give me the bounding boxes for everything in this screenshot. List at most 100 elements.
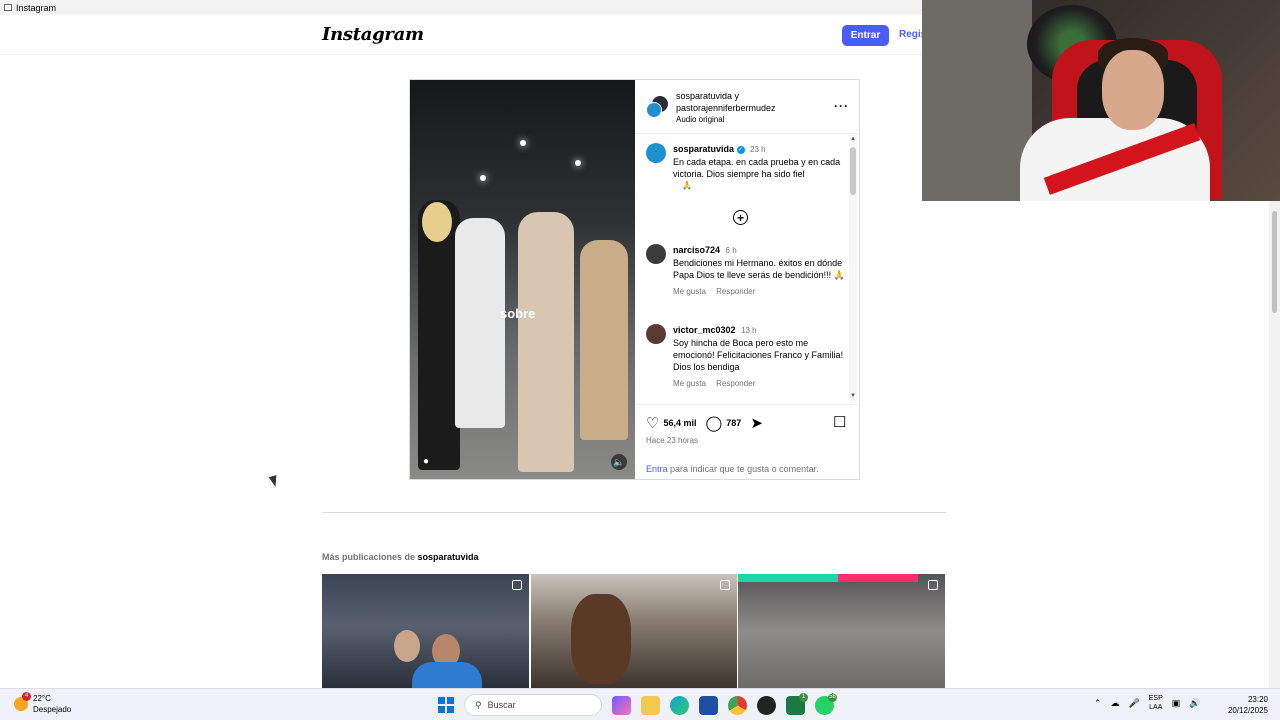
caption-text: En cada etapa. en cada prueba y en cada … [673,157,841,179]
author-link-2[interactable]: pastorajenniferbermudez [676,103,776,115]
comment-time: 23 h [750,145,766,154]
obs-icon[interactable] [757,695,776,715]
window-title: Instagram [16,2,57,13]
likes-count[interactable]: 56,4 mil [663,418,696,428]
signup-link[interactable]: Registrarte [899,29,923,40]
app-icon [4,4,12,11]
section-divider [322,512,946,513]
post-header: sosparatuvida y pastorajenniferbermudez … [635,80,859,134]
instagram-logo[interactable]: Instagram [322,24,424,45]
more-posts-prefix: Más publicaciones de [322,552,418,562]
taskbar-search[interactable]: ⚲ Buscar [464,694,602,716]
post-thumbnail[interactable] [738,574,945,688]
store-icon[interactable] [699,695,718,715]
clock[interactable]: 23:20 20/12/2025 [1222,694,1268,716]
audio-label[interactable]: Audio original [676,114,776,126]
comments-scrollbar-thumb[interactable] [850,147,856,195]
windows-taskbar: 4 22°C Despejado ⚲ Buscar 1 58 ⌃ ☁ 🎤 ESP… [0,688,1280,720]
comment-user[interactable]: narciso724 [673,245,720,255]
load-more-comments-icon[interactable]: + [733,210,748,225]
scroll-down-icon[interactable]: ▼ [850,393,856,399]
tagged-user-icon[interactable]: ● [423,456,429,467]
weather-sun-icon: 4 [14,692,31,711]
excel-icon[interactable]: 1 [786,692,808,715]
gallery-icon [720,580,730,590]
lang-top: ESP [1148,695,1163,702]
post-thumbnail[interactable] [531,574,737,688]
comment-item: narciso724 6 h Bendiciones mi Hermano. é… [646,244,846,298]
reply-button[interactable]: Responder [716,287,755,296]
weather-desc: Despejado [33,705,72,714]
whatsapp-badge: 58 [828,692,837,702]
more-posts-user[interactable]: sosparatuvida [418,552,479,562]
search-icon: ⚲ [475,699,482,710]
comment-user[interactable]: victor_mc0302 [673,325,736,335]
login-link[interactable]: Entra [646,464,668,474]
caption-item: sosparatuvida ✓ 23 h En cada etapa. en c… [646,143,846,192]
comment-text: Bendiciones mi Hermano. éxitos en dónde … [673,258,845,280]
comment-time: 13 h [741,326,757,335]
share-icon[interactable]: ➤ [750,414,763,432]
file-explorer-icon[interactable] [641,695,660,715]
author-avatars[interactable] [646,96,668,118]
mouse-cursor [268,475,280,488]
language-indicator[interactable]: ESP LAA [1149,694,1163,712]
heart-icon[interactable]: ♡ [646,414,659,432]
microphone-icon[interactable]: 🎤 [1129,698,1140,709]
avatar[interactable] [646,244,666,264]
login-button[interactable]: Entrar [842,25,889,46]
webcam-overlay [922,0,1280,201]
chevron-up-icon[interactable]: ⌃ [1094,698,1102,709]
post-card: sobre ● 🔈 sosparatuvida y pastorajennife… [409,79,860,480]
clock-time: 23:20 [1247,695,1268,704]
network-icon[interactable]: ▣ [1172,698,1181,709]
verified-icon: ✓ [736,145,745,154]
lang-bottom: LAA [1149,704,1163,711]
more-posts-title: Más publicaciones de sosparatuvida [322,552,479,562]
comments-panel[interactable]: sosparatuvida ✓ 23 h En cada etapa. en c… [635,135,859,403]
video-overlay-text: sobre [500,306,536,321]
like-comment-button[interactable]: Me gusta [673,379,706,388]
mute-icon[interactable]: 🔈 [611,454,627,470]
comments-count: 787 [726,418,742,428]
volume-icon[interactable]: 🔊 [1189,698,1200,709]
reel-icon [512,580,522,590]
comment-item: victor_mc0302 13 h Soy hincha de Boca pe… [646,324,846,390]
weather-temp: 22°C [33,694,51,703]
post-thumbnail[interactable] [322,574,529,688]
post-actions: ♡ 56,4 mil ◯ 787 ➤ ☐ Hace 23 horas Entra… [635,404,859,479]
edge-icon[interactable] [670,695,689,715]
reaction-icons: ♡ 🙏 [673,181,693,190]
like-comment-button[interactable]: Me gusta [673,287,706,296]
post-authors: sosparatuvida y pastorajenniferbermudez … [676,91,776,126]
post-video[interactable]: sobre ● 🔈 [410,80,635,479]
avatar[interactable] [646,143,666,163]
more-options-icon[interactable]: ··· [834,99,849,113]
page-scrollbar[interactable] [1269,201,1280,688]
start-icon[interactable] [438,697,454,713]
search-placeholder: Buscar [487,700,516,710]
excel-badge: 1 [799,692,808,702]
comment-user[interactable]: sosparatuvida [673,144,734,154]
reel-icon [928,580,938,590]
chrome-icon[interactable] [728,695,747,715]
login-prompt: Entra para indicar que te gusta o coment… [646,464,819,474]
post-timestamp: Hace 23 horas [646,436,699,445]
comment-time: 6 h [725,246,737,255]
page-scrollbar-thumb[interactable] [1272,211,1277,313]
copilot-icon[interactable] [612,695,631,715]
comment-text: Soy hincha de Boca pero esto me emocionó… [673,338,844,372]
comment-icon[interactable]: ◯ [705,414,722,432]
cloud-icon[interactable]: ☁ [1111,698,1120,709]
scroll-up-icon[interactable]: ▲ [850,136,856,142]
author-link-1[interactable]: sosparatuvida y [676,91,776,103]
clock-date: 20/12/2025 [1227,706,1268,715]
weather-badge: 4 [22,692,31,701]
whatsapp-icon[interactable]: 58 [815,692,837,715]
bookmark-icon[interactable]: ☐ [833,413,846,431]
comments-scrollbar[interactable]: ▲ ▼ [849,135,857,403]
reply-button[interactable]: Responder [716,379,755,388]
post-sidebar: sosparatuvida y pastorajenniferbermudez … [635,80,859,479]
weather-widget[interactable]: 4 22°C Despejado [14,692,72,715]
avatar[interactable] [646,324,666,344]
